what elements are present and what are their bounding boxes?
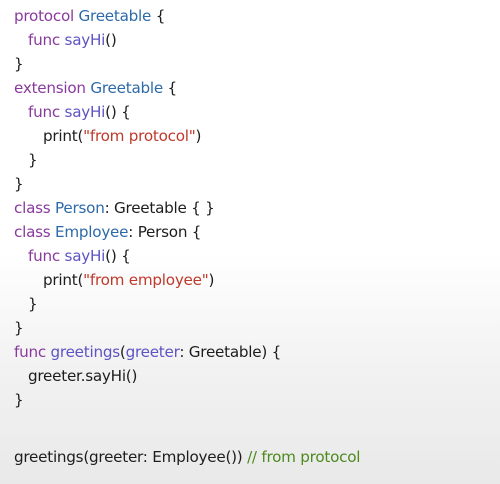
code-token-plain: {: [151, 7, 166, 25]
code-token-plain: ): [208, 271, 215, 289]
code-token-function: sayHi: [64, 103, 106, 121]
code-token-plain: }: [14, 175, 24, 193]
code-line: print("from protocol"): [14, 124, 494, 148]
code-token-keyword: extension: [14, 79, 86, 97]
code-token-type: Employee: [55, 223, 129, 241]
code-token-plain: print: [43, 271, 78, 289]
code-token-type: Greetable: [90, 79, 163, 97]
code-token-plain: : Person {: [128, 223, 202, 241]
code-token-keyword: func: [28, 247, 60, 265]
code-token-function: sayHi: [64, 31, 106, 49]
code-line: func sayHi() {: [14, 100, 494, 124]
code-line: class Employee: Person {: [14, 220, 494, 244]
code-token-plain: }: [14, 391, 24, 409]
code-token-plain: : Greetable) {: [179, 343, 282, 361]
code-token-plain: print: [43, 127, 78, 145]
code-token-string: "from protocol": [83, 127, 196, 145]
code-line: }: [14, 52, 494, 76]
code-line: }: [14, 388, 494, 412]
code-line: }: [14, 316, 494, 340]
code-token-function: greetings: [50, 343, 121, 361]
code-token-keyword: class: [14, 223, 51, 241]
code-line: print("from employee"): [14, 268, 494, 292]
code-token-plain: (): [105, 31, 117, 49]
code-token-keyword: func: [28, 103, 60, 121]
code-line: extension Greetable {: [14, 76, 494, 100]
code-token-plain: {: [162, 79, 178, 97]
code-token-plain: greetings(greeter: Employee()): [14, 448, 243, 466]
code-line: }: [14, 292, 494, 316]
code-token-plain: }: [28, 151, 38, 169]
code-line: func greetings(greeter: Greetable) {: [14, 340, 494, 364]
code-token-keyword: protocol: [14, 7, 74, 25]
code-token-type: Person: [55, 199, 105, 217]
code-token-function: sayHi: [64, 247, 106, 265]
code-token-keyword: func: [14, 343, 46, 361]
code-token-plain: : Greetable { }: [104, 199, 215, 217]
code-token-plain: () {: [105, 247, 131, 265]
code-line: func sayHi() {: [14, 244, 494, 268]
code-line: func sayHi(): [14, 28, 494, 52]
code-line: class Person: Greetable { }: [14, 196, 494, 220]
code-token-comment: // from protocol: [247, 448, 361, 466]
code-token-string: "from employee": [83, 271, 209, 289]
code-token-plain: () {: [105, 103, 131, 121]
code-token-plain: }: [14, 55, 24, 73]
code-line: protocol Greetable {: [14, 4, 494, 28]
code-token-keyword: func: [28, 31, 60, 49]
code-token-plain: }: [28, 295, 38, 313]
code-token-plain: ): [195, 127, 202, 145]
code-token-function: greeter: [125, 343, 180, 361]
code-token-plain: }: [14, 319, 24, 337]
code-token-plain: greeter.sayHi(): [28, 367, 138, 385]
code-line: }: [14, 148, 494, 172]
code-token-type: Greetable: [78, 7, 152, 25]
code-line: }: [14, 172, 494, 196]
code-block: protocol Greetable {func sayHi()} extensi…: [14, 4, 494, 469]
code-line: greetings(greeter: Employee()) // from p…: [14, 445, 494, 469]
code-line: greeter.sayHi(): [14, 364, 494, 388]
code-token-keyword: class: [14, 199, 51, 217]
